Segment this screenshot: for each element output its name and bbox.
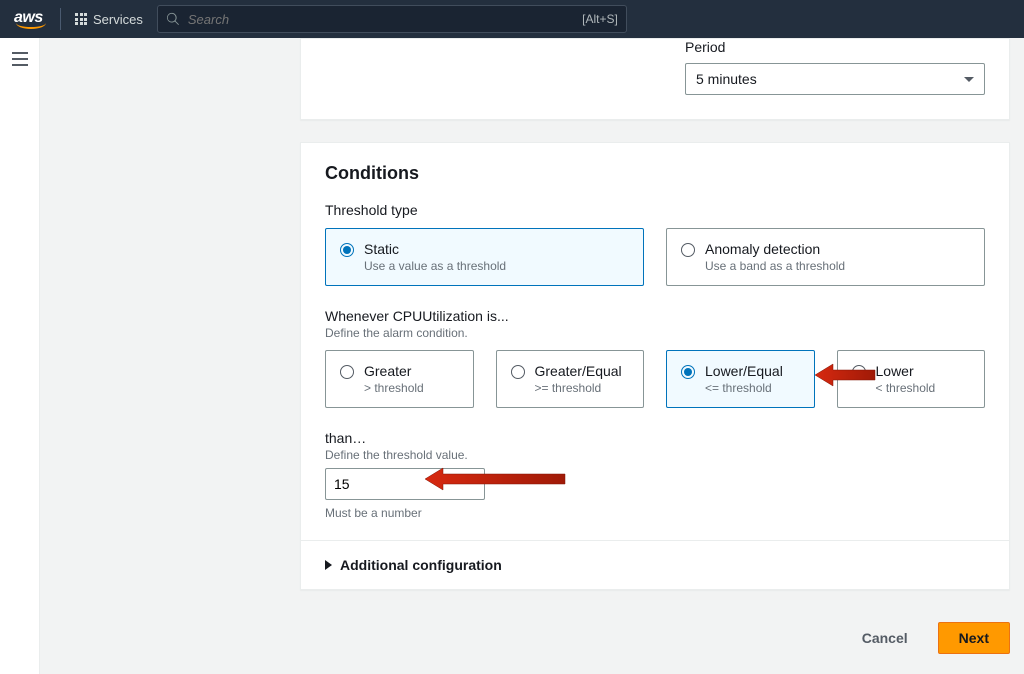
threshold-type-anomaly[interactable]: Anomaly detection Use a band as a thresh… <box>666 228 985 286</box>
nav-divider <box>60 8 61 30</box>
tile-sub: > threshold <box>364 381 424 395</box>
next-button[interactable]: Next <box>938 622 1010 654</box>
than-hint: Must be a number <box>325 506 985 520</box>
hamburger-icon <box>12 53 28 69</box>
aws-logo[interactable]: aws <box>14 9 46 29</box>
whenever-label: Whenever CPUUtilization is... <box>325 308 985 324</box>
cancel-button[interactable]: Cancel <box>842 622 928 654</box>
conditions-panel: Conditions Threshold type Static Use a v… <box>300 142 1010 590</box>
period-value: 5 minutes <box>696 71 757 87</box>
radio-icon <box>340 365 354 379</box>
tile-title: Anomaly detection <box>705 241 845 257</box>
tile-title: Static <box>364 241 506 257</box>
op-greater[interactable]: Greater > threshold <box>325 350 474 408</box>
tile-title: Greater <box>364 363 424 379</box>
services-label: Services <box>93 12 143 27</box>
threshold-value-input[interactable] <box>325 468 485 500</box>
radio-icon <box>852 365 866 379</box>
period-select[interactable]: 5 minutes <box>685 63 985 95</box>
threshold-type-label: Threshold type <box>325 202 985 218</box>
grid-icon <box>75 13 87 25</box>
threshold-type-static[interactable]: Static Use a value as a threshold <box>325 228 644 286</box>
wizard-footer: Cancel Next <box>300 612 1010 674</box>
tile-sub: >= threshold <box>535 381 622 395</box>
tile-title: Lower <box>876 363 936 379</box>
tile-sub: Use a value as a threshold <box>364 259 506 273</box>
op-greater-equal[interactable]: Greater/Equal >= threshold <box>496 350 645 408</box>
additional-configuration-toggle[interactable]: Additional configuration <box>301 540 1009 589</box>
than-help: Define the threshold value. <box>325 448 985 462</box>
search-hint: [Alt+S] <box>582 12 618 26</box>
period-label: Period <box>685 39 985 55</box>
op-lower[interactable]: Lower < threshold <box>837 350 986 408</box>
op-lower-equal[interactable]: Lower/Equal <= threshold <box>666 350 815 408</box>
tile-sub: <= threshold <box>705 381 783 395</box>
tile-title: Greater/Equal <box>535 363 622 379</box>
radio-icon <box>681 243 695 257</box>
than-label: than… <box>325 430 985 446</box>
additional-configuration-label: Additional configuration <box>340 557 502 573</box>
search-input[interactable] <box>188 12 574 27</box>
conditions-heading: Conditions <box>325 163 985 184</box>
top-nav: aws Services [Alt+S] <box>0 0 1024 38</box>
whenever-help: Define the alarm condition. <box>325 326 985 340</box>
tile-sub: < threshold <box>876 381 936 395</box>
services-menu[interactable]: Services <box>75 12 143 27</box>
caret-right-icon <box>325 560 332 570</box>
search-box[interactable]: [Alt+S] <box>157 5 627 33</box>
sidebar-toggle[interactable] <box>0 38 40 674</box>
search-icon <box>166 12 180 26</box>
tile-sub: Use a band as a threshold <box>705 259 845 273</box>
radio-icon <box>340 243 354 257</box>
radio-icon <box>681 365 695 379</box>
radio-icon <box>511 365 525 379</box>
period-panel: Period 5 minutes <box>300 38 1010 120</box>
tile-title: Lower/Equal <box>705 363 783 379</box>
caret-down-icon <box>964 77 974 82</box>
